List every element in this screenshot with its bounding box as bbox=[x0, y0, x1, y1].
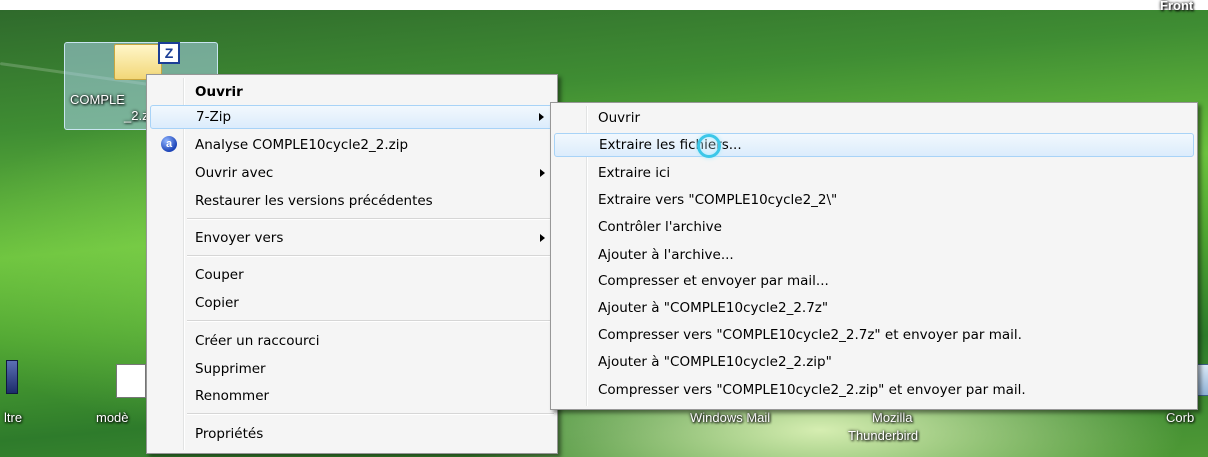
document-icon[interactable] bbox=[116, 364, 146, 398]
menu-separator bbox=[187, 320, 554, 322]
submenu-item-label: Extraire vers "COMPLE10cycle2_2\" bbox=[598, 192, 838, 208]
menu-item-label: Renommer bbox=[195, 388, 270, 404]
menu-item-rename[interactable]: Renommer bbox=[150, 384, 554, 408]
menu-item-properties[interactable]: Propriétés bbox=[150, 422, 554, 446]
desktop-model-label[interactable]: modè bbox=[96, 410, 129, 425]
menu-item-restore-versions[interactable]: Restaurer les versions précédentes bbox=[150, 189, 554, 213]
desktop-left-label[interactable]: ltre bbox=[4, 410, 22, 425]
submenu-item-open[interactable]: Ouvrir bbox=[554, 106, 1194, 130]
submenu-item-extract-files[interactable]: Extraire les fichiers... bbox=[554, 133, 1194, 157]
submenu-item-add-7z[interactable]: Ajouter à "COMPLE10cycle2_2.7z" bbox=[554, 296, 1194, 320]
menu-item-label: Couper bbox=[195, 267, 244, 283]
submenu-arrow-icon bbox=[540, 169, 545, 177]
menu-item-label: 7-Zip bbox=[196, 109, 232, 125]
submenu-item-label: Extraire ici bbox=[598, 165, 671, 181]
windows-mail-label[interactable]: Windows Mail bbox=[690, 410, 770, 425]
menu-item-analyse[interactable]: a Analyse COMPLE10cycle2_2.zip bbox=[150, 133, 554, 157]
submenu-item-label: Compresser vers "COMPLE10cycle2_2.7z" et… bbox=[598, 327, 1022, 343]
submenu-item-compress-email[interactable]: Compresser et envoyer par mail... bbox=[554, 269, 1194, 293]
menu-item-7zip[interactable]: 7-Zip bbox=[150, 105, 554, 129]
menu-item-label: Restaurer les versions précédentes bbox=[195, 193, 433, 209]
recycle-bin-label[interactable]: Corb bbox=[1166, 410, 1194, 425]
submenu-item-label: Ajouter à "COMPLE10cycle2_2.zip" bbox=[598, 354, 832, 370]
submenu-item-label: Ouvrir bbox=[598, 110, 641, 126]
menu-separator bbox=[187, 413, 554, 415]
desktop-corner-label: Front bbox=[1160, 0, 1194, 13]
menu-separator bbox=[187, 255, 554, 257]
mozilla-label[interactable]: Mozilla bbox=[872, 410, 912, 425]
zip-badge-icon: Z bbox=[158, 42, 180, 64]
submenu-item-add-zip[interactable]: Ajouter à "COMPLE10cycle2_2.zip" bbox=[554, 350, 1194, 374]
submenu-item-test-archive[interactable]: Contrôler l'archive bbox=[554, 215, 1194, 239]
menu-item-label: Ouvrir avec bbox=[195, 165, 274, 181]
menu-item-cut[interactable]: Couper bbox=[150, 263, 554, 287]
desktop-left-icon[interactable] bbox=[6, 360, 18, 394]
zip-file-name-line2[interactable]: _2.z bbox=[124, 108, 149, 123]
submenu-item-extract-here[interactable]: Extraire ici bbox=[554, 161, 1194, 185]
zip-file-name[interactable]: COMPLE bbox=[70, 92, 125, 107]
submenu-arrow-icon bbox=[539, 113, 544, 121]
submenu-item-label: Contrôler l'archive bbox=[598, 219, 722, 235]
submenu-item-extract-to[interactable]: Extraire vers "COMPLE10cycle2_2\" bbox=[554, 188, 1194, 212]
context-menu: Ouvrir 7-Zip a Analyse COMPLE10cycle2_2.… bbox=[146, 74, 558, 454]
thunderbird-label[interactable]: Thunderbird bbox=[848, 428, 918, 443]
menu-item-label: Ouvrir bbox=[195, 84, 243, 100]
submenu-item-add-to-archive[interactable]: Ajouter à l'archive... bbox=[554, 243, 1194, 267]
menu-item-send-to[interactable]: Envoyer vers bbox=[150, 226, 554, 250]
menu-item-open-with[interactable]: Ouvrir avec bbox=[150, 161, 554, 185]
busy-cursor-icon bbox=[697, 134, 721, 158]
menu-item-label: Supprimer bbox=[195, 361, 266, 377]
submenu-item-label: Compresser et envoyer par mail... bbox=[598, 273, 829, 289]
submenu-item-compress-zip-email[interactable]: Compresser vers "COMPLE10cycle2_2.zip" e… bbox=[554, 378, 1194, 402]
7zip-submenu: Ouvrir Extraire les fichiers... Extraire… bbox=[550, 102, 1198, 410]
antivirus-icon: a bbox=[161, 136, 177, 152]
menu-item-label: Copier bbox=[195, 295, 239, 311]
submenu-item-label: Compresser vers "COMPLE10cycle2_2.zip" e… bbox=[598, 382, 1026, 398]
submenu-item-compress-7z-email[interactable]: Compresser vers "COMPLE10cycle2_2.7z" et… bbox=[554, 323, 1194, 347]
submenu-item-label: Ajouter à l'archive... bbox=[598, 247, 734, 263]
menu-item-copy[interactable]: Copier bbox=[150, 291, 554, 315]
menu-item-label: Envoyer vers bbox=[195, 230, 284, 246]
submenu-item-label: Ajouter à "COMPLE10cycle2_2.7z" bbox=[598, 300, 829, 316]
menu-item-open[interactable]: Ouvrir bbox=[150, 80, 554, 104]
menu-item-label: Créer un raccourci bbox=[195, 333, 320, 349]
menu-item-delete[interactable]: Supprimer bbox=[150, 357, 554, 381]
menu-item-label: Analyse COMPLE10cycle2_2.zip bbox=[195, 137, 409, 153]
submenu-arrow-icon bbox=[540, 234, 545, 242]
menu-separator bbox=[187, 218, 554, 220]
menu-item-create-shortcut[interactable]: Créer un raccourci bbox=[150, 329, 554, 353]
top-white-band bbox=[0, 0, 1208, 10]
menu-item-label: Propriétés bbox=[195, 426, 264, 442]
